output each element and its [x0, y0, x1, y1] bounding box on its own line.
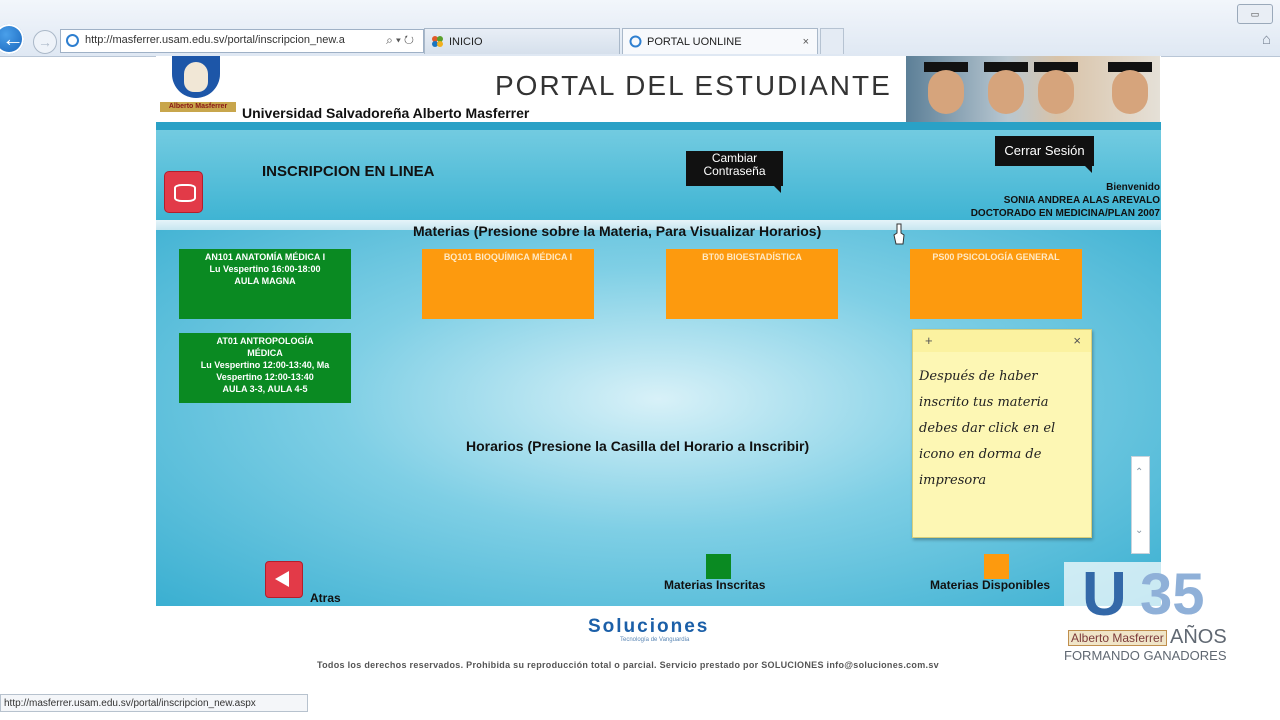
status-bar-url: http://masferrer.usam.edu.sv/portal/insc…: [0, 694, 308, 712]
forward-arrow-icon[interactable]: →: [33, 30, 57, 54]
close-tab-icon[interactable]: ×: [803, 29, 809, 55]
address-url: http://masferrer.usam.edu.sv/portal/insc…: [85, 34, 345, 46]
tab-inicio[interactable]: INICIO: [424, 28, 620, 54]
sticky-note[interactable]: + × Después de haber inscrito tus materi…: [912, 329, 1092, 538]
change-password-button[interactable]: Cambiar Contraseña: [686, 151, 783, 193]
page-title: INSCRIPCION EN LINEA: [262, 163, 435, 180]
new-tab-button[interactable]: [820, 28, 844, 54]
user-info: Bienvenido SONIA ANDREA ALAS AREVALO DOC…: [971, 181, 1160, 220]
student-program: DOCTORADO EN MEDICINA/PLAN 2007: [970, 208, 1160, 219]
ie-favicon-icon: [629, 35, 642, 48]
logout-button[interactable]: Cerrar Sesión: [995, 136, 1094, 173]
tab-portal-uonline[interactable]: PORTAL UONLINE ×: [622, 28, 818, 54]
soluciones-tagline: Tecnología de Vanguardia: [620, 637, 690, 643]
search-refresh-icons[interactable]: ⌕▾↻: [386, 33, 417, 48]
subjects-heading: Materias (Presione sobre la Materia, Par…: [413, 223, 822, 239]
back-arrow-icon[interactable]: ←: [0, 24, 24, 54]
anniversary-watermark: U 35 Alberto Masferrer AÑOS FORMANDO GAN…: [1064, 562, 1240, 666]
joomla-favicon-icon: [432, 36, 443, 47]
course-card-ps00[interactable]: PS00 PSICOLOGÍA GENERAL: [910, 249, 1082, 319]
university-logo: Alberto Masferrer: [160, 56, 236, 118]
window-restore-icon[interactable]: ▭: [1237, 4, 1273, 24]
scroll-down-icon: ⌄: [1135, 525, 1144, 536]
scrollbar[interactable]: ⌃ ⌄: [1131, 456, 1150, 554]
scroll-up-icon: ⌃: [1135, 467, 1144, 478]
university-name: Universidad Salvadoreña Alberto Masferre…: [242, 105, 530, 121]
welcome-label: Bienvenido: [1106, 182, 1160, 193]
footer-copyright: Todos los derechos reservados. Prohibida…: [317, 660, 939, 670]
add-note-icon[interactable]: +: [925, 333, 933, 348]
soluciones-logo: Soluciones: [588, 616, 710, 637]
address-bar[interactable]: http://masferrer.usam.edu.sv/portal/insc…: [60, 29, 424, 53]
close-note-icon[interactable]: ×: [1073, 333, 1081, 348]
course-card-bq101[interactable]: BQ101 BIOQUÍMICA MÉDICA I: [422, 249, 594, 319]
legend-swatch-disponibles: [984, 554, 1009, 579]
mouse-cursor-icon: [893, 223, 905, 245]
portal-title: PORTAL DEL ESTUDIANTE: [495, 70, 892, 101]
course-card-at01[interactable]: AT01 ANTROPOLOGÍA MÉDICA Lu Vespertino 12:…: [179, 333, 351, 403]
browser-toolbar: ← → http://masferrer.usam.edu.sv/portal/…: [0, 0, 1280, 57]
legend-inscritas: Materias Inscritas: [664, 578, 766, 592]
student-name: SONIA ANDREA ALAS AREVALO: [1003, 195, 1160, 206]
tab-label: INICIO: [449, 36, 483, 48]
schedules-heading: Horarios (Presione la Casilla del Horari…: [466, 438, 810, 454]
back-label: Atras: [310, 591, 341, 605]
print-icon[interactable]: [164, 171, 203, 213]
ie-page-icon: [66, 34, 79, 47]
graduates-photo: [906, 56, 1160, 122]
home-icon[interactable]: ⌂: [1262, 31, 1271, 48]
note-text[interactable]: Después de haber inscrito tus materia de…: [919, 364, 1085, 494]
course-card-bt00[interactable]: BT00 BIOESTADÍSTICA: [666, 249, 838, 319]
legend-disponibles: Materias Disponibles: [930, 578, 1051, 592]
tab-label: PORTAL UONLINE: [647, 36, 742, 48]
back-button[interactable]: [265, 561, 303, 598]
legend-swatch-inscritas: [706, 554, 731, 579]
course-card-an101[interactable]: AN101 ANATOMÍA MÉDICA I Lu Vespertino 16:…: [179, 249, 351, 319]
